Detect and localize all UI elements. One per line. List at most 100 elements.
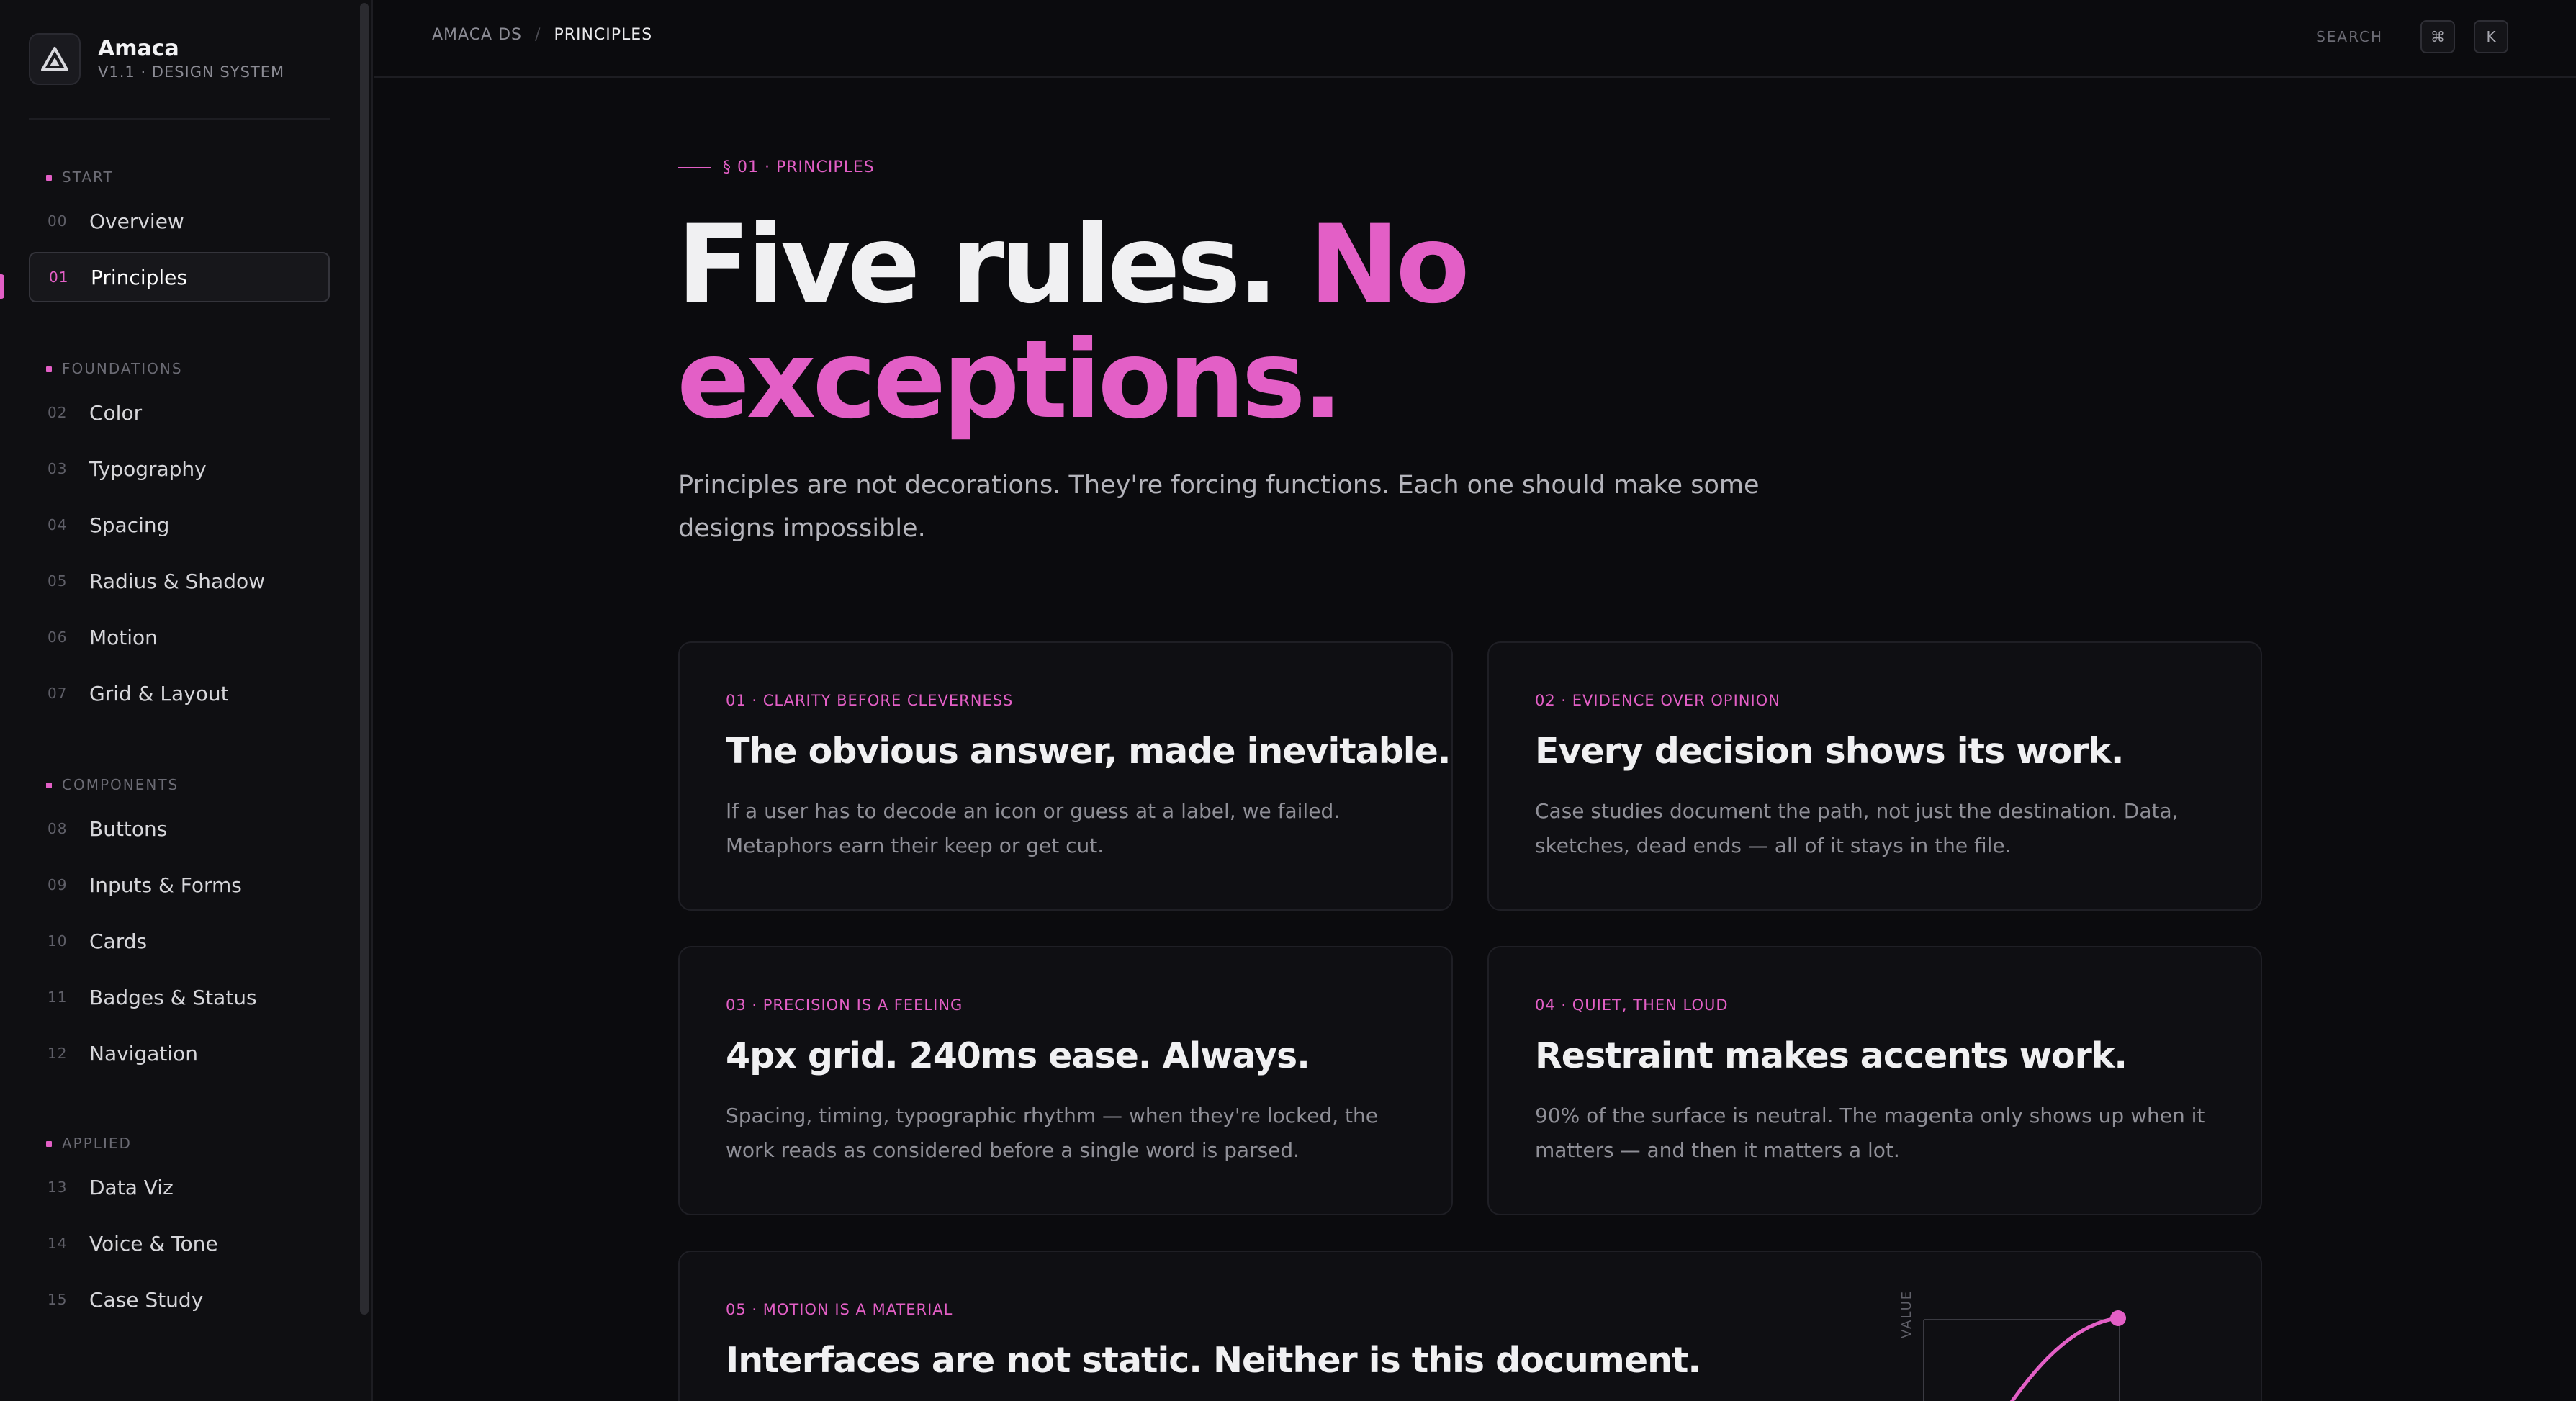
- principle-kicker: 03 · PRECISION IS A FEELING: [726, 996, 963, 1014]
- sidebar-item-typography[interactable]: 03 Typography: [29, 443, 330, 494]
- breadcrumb-current: PRINCIPLES: [554, 26, 653, 44]
- nav-number: 11: [48, 988, 68, 1006]
- nav-label: Grid & Layout: [89, 681, 229, 706]
- nav-number: 09: [48, 876, 68, 893]
- main-content: § 01 · PRINCIPLES Five rules. No excepti…: [374, 79, 2576, 1401]
- principle-card: 04 · QUIET, THEN LOUD Restraint makes ac…: [1487, 946, 2262, 1215]
- search-trigger[interactable]: SEARCH ⌘ K: [2316, 20, 2508, 53]
- principle-body: Case studies document the path, not just…: [1535, 799, 2179, 857]
- nav-number: 07: [48, 685, 68, 702]
- easing-curve: [2009, 1316, 2120, 1401]
- nav-group-start: START 00 Overview 01 Principles: [29, 164, 330, 302]
- principle-body: 90% of the surface is neutral. The magen…: [1535, 1104, 2205, 1162]
- principle-kicker: 02 · EVIDENCE OVER OPINION: [1535, 692, 1780, 709]
- breadcrumb-separator: /: [535, 26, 541, 44]
- nav-label: Cards: [89, 929, 148, 953]
- nav-label: Motion: [89, 625, 158, 649]
- nav-number: 14: [48, 1235, 68, 1252]
- nav-heading: APPLIED: [29, 1130, 330, 1156]
- sidebar-item-case-study[interactable]: 15 Case Study: [29, 1274, 330, 1325]
- principle-card: 02 · EVIDENCE OVER OPINION Every decisio…: [1487, 641, 2262, 911]
- sidebar-item-cards[interactable]: 10 Cards: [29, 916, 330, 966]
- nav-heading: COMPONENTS: [29, 772, 330, 798]
- nav-label: Navigation: [89, 1041, 199, 1066]
- page-lede: Principles are not decorations. They're …: [678, 471, 1760, 543]
- nav-number: 08: [48, 820, 68, 837]
- nav-label: Color: [89, 400, 143, 425]
- nav-number: 15: [48, 1291, 68, 1308]
- active-indicator: [0, 274, 4, 299]
- eyebrow-rule: [678, 166, 711, 168]
- topbar: AMACA DS / PRINCIPLES SEARCH ⌘ K: [374, 0, 2576, 78]
- nav-number: 03: [48, 460, 68, 477]
- sidebar-item-inputs-forms[interactable]: 09 Inputs & Forms: [29, 860, 330, 910]
- principle-kicker: 01 · CLARITY BEFORE CLEVERNESS: [726, 692, 1014, 709]
- breadcrumb: AMACA DS / PRINCIPLES: [432, 26, 652, 44]
- sidebar-item-grid-layout[interactable]: 07 Grid & Layout: [29, 668, 330, 718]
- nav-label: Badges & Status: [89, 985, 257, 1009]
- principle-kicker: 05 · MOTION IS A MATERIAL: [726, 1301, 953, 1318]
- nav-number: 00: [48, 212, 68, 230]
- command-key-icon: ⌘: [2420, 20, 2455, 53]
- sidebar-item-navigation[interactable]: 12 Navigation: [29, 1028, 330, 1078]
- search-label: SEARCH: [2316, 28, 2383, 45]
- nav-label: Spacing: [89, 513, 170, 537]
- nav-group-foundations: FOUNDATIONS 02 Color 03 Typography 04 Sp…: [29, 356, 330, 718]
- sidebar-item-data-viz[interactable]: 13 Data Viz: [29, 1162, 330, 1212]
- principle-card: 01 · CLARITY BEFORE CLEVERNESS The obvio…: [678, 641, 1453, 911]
- principle-title: Interfaces are not static. Neither is th…: [726, 1340, 1701, 1381]
- principle-title: Restraint makes accents work.: [1535, 1035, 2127, 1076]
- principle-title: Every decision shows its work.: [1535, 731, 2124, 772]
- sidebar-scrollbar[interactable]: [360, 3, 369, 1315]
- brand-version: V1.1 · DESIGN SYSTEM: [98, 63, 285, 81]
- sidebar-item-principles[interactable]: 01 Principles: [29, 252, 330, 302]
- sidebar: Amaca V1.1 · DESIGN SYSTEM START 00 Over…: [0, 0, 373, 1401]
- nav-label: Data Viz: [89, 1175, 174, 1199]
- curve-endpoint: [2110, 1310, 2126, 1326]
- nav-label: Case Study: [89, 1287, 204, 1312]
- chart-ylabel: VALUE: [1899, 1290, 1914, 1338]
- sidebar-item-voice-tone[interactable]: 14 Voice & Tone: [29, 1218, 330, 1269]
- nav-number: 10: [48, 932, 68, 950]
- nav-number: 02: [48, 404, 68, 421]
- k-key: K: [2474, 20, 2508, 53]
- principle-body: If a user has to decode an icon or guess…: [726, 799, 1341, 857]
- nav-label: Buttons: [89, 816, 168, 841]
- app-window: Amaca V1.1 · DESIGN SYSTEM START 00 Over…: [0, 0, 2576, 1401]
- breadcrumb-root[interactable]: AMACA DS: [432, 26, 522, 44]
- nav-label: Radius & Shadow: [89, 569, 266, 593]
- nav-number: 05: [48, 572, 68, 590]
- principle-card: 03 · PRECISION IS A FEELING 4px grid. 24…: [678, 946, 1453, 1215]
- nav-label: Typography: [89, 456, 207, 481]
- sidebar-item-radius-shadow[interactable]: 05 Radius & Shadow: [29, 556, 330, 606]
- nav-label: Overview: [89, 209, 184, 233]
- sidebar-item-overview[interactable]: 00 Overview: [29, 196, 330, 246]
- principle-card: 05 · MOTION IS A MATERIAL Interfaces are…: [678, 1251, 2262, 1401]
- sidebar-item-badges-status[interactable]: 11 Badges & Status: [29, 972, 330, 1022]
- logo-icon: [29, 33, 81, 85]
- eyebrow-label: § 01 · PRINCIPLES: [723, 158, 875, 176]
- nav-label: Inputs & Forms: [89, 873, 242, 897]
- section-eyebrow: § 01 · PRINCIPLES: [678, 158, 875, 176]
- nav-number: 13: [48, 1179, 68, 1196]
- title-plain: Five rules.: [677, 202, 1279, 328]
- nav-group-applied: APPLIED 13 Data Viz 14 Voice & Tone 15 C…: [29, 1130, 330, 1325]
- nav-number: 04: [48, 516, 68, 533]
- easing-curve-chart: VALUE: [1899, 1290, 2126, 1401]
- principle-title: 4px grid. 240ms ease. Always.: [726, 1035, 1310, 1076]
- nav-heading: START: [29, 164, 330, 190]
- principle-body: Spacing, timing, typographic rhythm — wh…: [726, 1104, 1378, 1162]
- nav-label: Voice & Tone: [89, 1231, 218, 1256]
- page-title: Five rules. No exceptions.: [677, 207, 1613, 438]
- sidebar-item-motion[interactable]: 06 Motion: [29, 612, 330, 662]
- brand-name: Amaca: [98, 36, 179, 61]
- nav-group-components: COMPONENTS 08 Buttons 09 Inputs & Forms …: [29, 772, 330, 1078]
- sidebar-item-color[interactable]: 02 Color: [29, 387, 330, 438]
- nav-label: Principles: [91, 265, 187, 289]
- nav-heading: FOUNDATIONS: [29, 356, 330, 382]
- brand[interactable]: Amaca V1.1 · DESIGN SYSTEM: [29, 33, 284, 85]
- principle-title: The obvious answer, made inevitable.: [726, 731, 1451, 772]
- sidebar-item-spacing[interactable]: 04 Spacing: [29, 500, 330, 550]
- principle-kicker: 04 · QUIET, THEN LOUD: [1535, 996, 1729, 1014]
- sidebar-item-buttons[interactable]: 08 Buttons: [29, 803, 330, 854]
